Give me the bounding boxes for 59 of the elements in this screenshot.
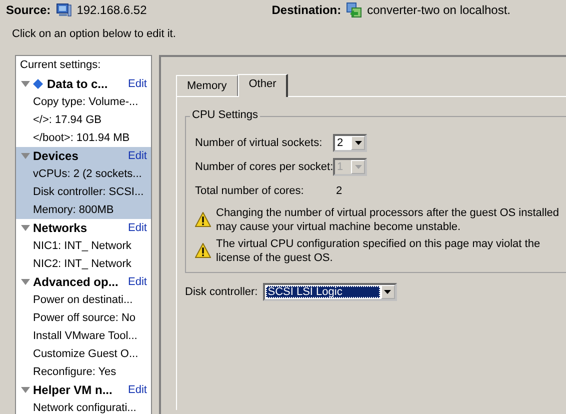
warning-icon bbox=[195, 212, 211, 227]
setting-summary: Install VMware Tool... bbox=[32, 329, 138, 344]
edit-link[interactable]: Edit bbox=[128, 78, 147, 90]
field-label: Number of cores per socket: bbox=[195, 161, 333, 173]
section-title: Networks bbox=[33, 221, 88, 235]
setting-summary: vCPUs: 2 (2 sockets... bbox=[32, 167, 143, 182]
setting-summary: </boot>: 101.94 MB bbox=[32, 131, 131, 146]
field-label: Disk controller: bbox=[185, 286, 258, 298]
destination-label: Destination: bbox=[272, 3, 342, 17]
warning-text: Changing the number of virtual processors after the guest OS installed may cause your virtual machine become unstable. bbox=[216, 206, 560, 234]
settings-section[interactable]: Devices Edit vCPUs: 2 (2 sockets... Disk controller: SCSI... Memory: 800MB bbox=[16, 147, 151, 219]
caret-icon bbox=[384, 290, 392, 294]
tab[interactable]: Other bbox=[238, 74, 288, 97]
setting-summary: Copy type: Volume-... bbox=[32, 95, 140, 110]
edit-link[interactable]: Edit bbox=[128, 384, 147, 396]
sidebar-title: Current settings: bbox=[19, 58, 102, 73]
disk-controller-dropdown[interactable]: SCSI LSI Logic bbox=[262, 283, 397, 301]
setting-summary: Customize Guest O... bbox=[32, 347, 140, 362]
instruction-text: Click on an option below to edit it. bbox=[11, 27, 177, 42]
expander-icon[interactable] bbox=[20, 224, 31, 232]
setting-summary: NIC1: INT_ Network bbox=[32, 239, 132, 254]
field-value: 2 bbox=[335, 185, 342, 197]
settings-section[interactable]: Networks Edit NIC1: INT_ Network NIC2: INT_ Network bbox=[16, 219, 151, 273]
caret-icon bbox=[354, 141, 362, 145]
dropdown[interactable]: 2 bbox=[333, 134, 367, 152]
expander-icon[interactable] bbox=[20, 152, 31, 160]
section-title: Helper VM n... bbox=[33, 383, 112, 397]
conversion-icon bbox=[346, 2, 362, 18]
destination-name: converter-two on localhost. bbox=[367, 3, 511, 17]
section-title: Devices bbox=[33, 149, 78, 163]
edit-link[interactable]: Edit bbox=[128, 222, 147, 234]
section-title: Advanced op... bbox=[33, 275, 118, 289]
source-address: 192.168.6.52 bbox=[76, 3, 147, 17]
expander-icon[interactable] bbox=[20, 278, 31, 286]
settings-section[interactable]: Helper VM n... Edit Network configurati... bbox=[16, 381, 151, 414]
warning-text: The virtual CPU configuration specified on this page may violat the license of the guest OS. bbox=[216, 237, 542, 265]
edit-link[interactable]: Edit bbox=[128, 276, 147, 288]
warning-icon bbox=[195, 243, 211, 258]
source-label: Source: bbox=[6, 3, 51, 17]
group-title: CPU Settings bbox=[190, 109, 260, 121]
setting-summary: Disk controller: SCSI... bbox=[32, 185, 145, 200]
setting-summary: Power off source: No bbox=[32, 311, 137, 326]
setting-summary: Network configurati... bbox=[32, 401, 138, 414]
setting-summary: </>: 17.94 GB bbox=[32, 113, 102, 128]
settings-section[interactable]: Data to c... Edit Copy type: Volume-... </>: 17.94 GB </boot>: 101.94 MB bbox=[16, 75, 151, 147]
setting-summary: NIC2: INT_ Network bbox=[32, 257, 132, 272]
section-title: Data to c... bbox=[47, 77, 108, 91]
setting-summary: Reconfigure: Yes bbox=[32, 365, 118, 380]
field-label: Total number of cores: bbox=[195, 185, 305, 197]
expander-icon[interactable] bbox=[20, 386, 31, 394]
field-label: Number of virtual sockets: bbox=[195, 137, 324, 149]
settings-section[interactable]: Advanced op... Edit Power on destinati... Power off source: No Install VMware Tool... Customize Guest O... Reconfigure: Yes bbox=[16, 273, 151, 381]
setting-summary: Power on destinati... bbox=[32, 293, 134, 308]
setting-summary: Memory: 800MB bbox=[32, 203, 115, 218]
caret-icon bbox=[354, 165, 362, 169]
tab[interactable]: Memory bbox=[176, 75, 238, 96]
computer-icon bbox=[56, 2, 72, 18]
edit-link[interactable]: Edit bbox=[128, 150, 147, 162]
expander-icon[interactable] bbox=[20, 80, 31, 88]
